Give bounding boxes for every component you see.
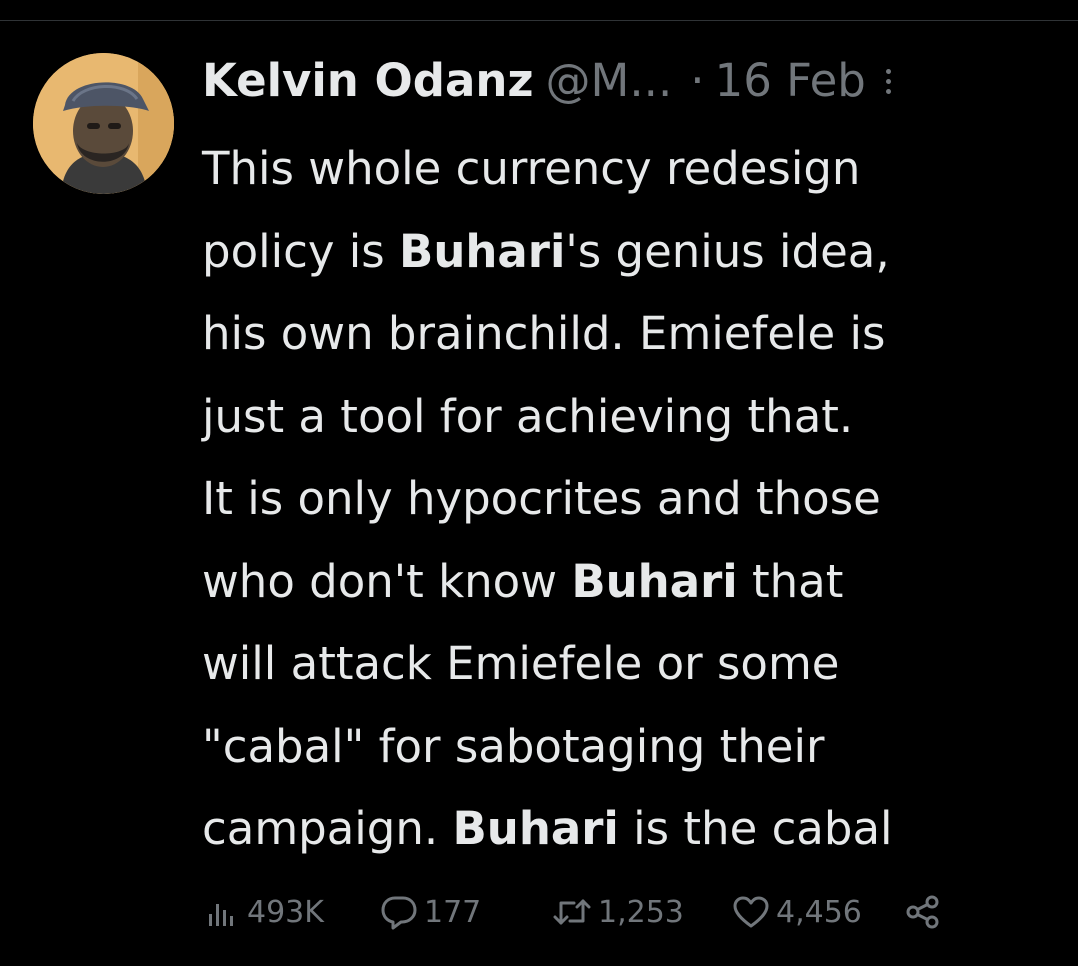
tweet-text-segment: just a tool for achieving that.	[202, 389, 854, 443]
tweet-text-line: policy is Buhari's genius idea,	[202, 211, 1062, 294]
tweet-text-segment: who don't know	[202, 554, 572, 608]
views-count: 493K	[247, 894, 324, 930]
tweet-text-bold-segment: Buhari	[571, 554, 738, 608]
tweet-text-line: It is only hypocrites and those	[202, 458, 1062, 541]
share-button[interactable]	[904, 893, 942, 931]
tweet-text-line: This whole currency redesign	[202, 128, 1062, 211]
tweet-text-segment: his own brainchild. Emiefele is	[202, 307, 886, 360]
tweet-text-segment: is the cabal	[618, 802, 893, 855]
user-avatar-icon	[33, 53, 174, 194]
retweet-button[interactable]: 1,253	[552, 893, 732, 931]
tweet-text-segment: 's genius idea,	[565, 224, 890, 278]
more-dots-vertical-icon[interactable]	[882, 61, 896, 101]
separator-dot: ·	[690, 54, 705, 107]
tweet-text-segment: This whole currency redesign	[202, 142, 861, 195]
views-button[interactable]: 493K	[205, 894, 380, 930]
action-bar: 493K 177 1,253 4,456	[205, 887, 942, 937]
tweet-text-line: will attack Emiefele or some	[202, 623, 1062, 706]
heart-icon	[733, 896, 769, 928]
tweet-text-segment: It is only hypocrites and those	[202, 472, 881, 525]
tweet-text-segment: policy is	[202, 224, 400, 278]
retweet-arrows-icon	[553, 899, 591, 925]
replies-count: 177	[424, 894, 482, 930]
top-divider	[0, 20, 1078, 21]
tweet-text-segment: that	[737, 554, 844, 608]
author-handle[interactable]: @M...	[546, 48, 673, 114]
speech-bubble-icon	[381, 896, 417, 930]
tweet-text-segment: campaign.	[202, 802, 453, 855]
avatar[interactable]	[33, 53, 174, 194]
tweet-header: Kelvin Odanz @M... · 16 Feb	[202, 48, 1062, 114]
tweet-text-line: who don't know Buhari that	[202, 541, 1062, 624]
tweet-content: Kelvin Odanz @M... · 16 Feb This whole c…	[202, 48, 1062, 871]
tweet-text-segment: "cabal" for sabotaging their	[202, 719, 825, 773]
tweet-text-bold-segment: Buhari	[399, 224, 566, 278]
likes-count: 4,456	[776, 894, 862, 930]
reply-button[interactable]: 177	[380, 893, 552, 931]
tweet-date[interactable]: 16 Feb	[715, 48, 866, 114]
tweet-text: This whole currency redesign policy is Bu…	[202, 128, 1062, 871]
retweets-count: 1,253	[598, 894, 684, 930]
tweet-text-line: "cabal" for sabotaging their	[202, 706, 1062, 789]
tweet-text-bold-segment: Buhari	[452, 802, 619, 855]
tweet-text-line: just a tool for achieving that.	[202, 376, 1062, 459]
share-nodes-icon	[906, 895, 939, 929]
tweet-text-line: campaign. Buhari is the cabal	[202, 788, 1062, 871]
bar-chart-icon	[209, 904, 233, 926]
tweet-text-segment: will attack Emiefele or some	[202, 637, 840, 690]
author-display-name[interactable]: Kelvin Odanz	[202, 48, 534, 114]
like-button[interactable]: 4,456	[732, 894, 904, 930]
tweet-text-line: his own brainchild. Emiefele is	[202, 293, 1062, 376]
